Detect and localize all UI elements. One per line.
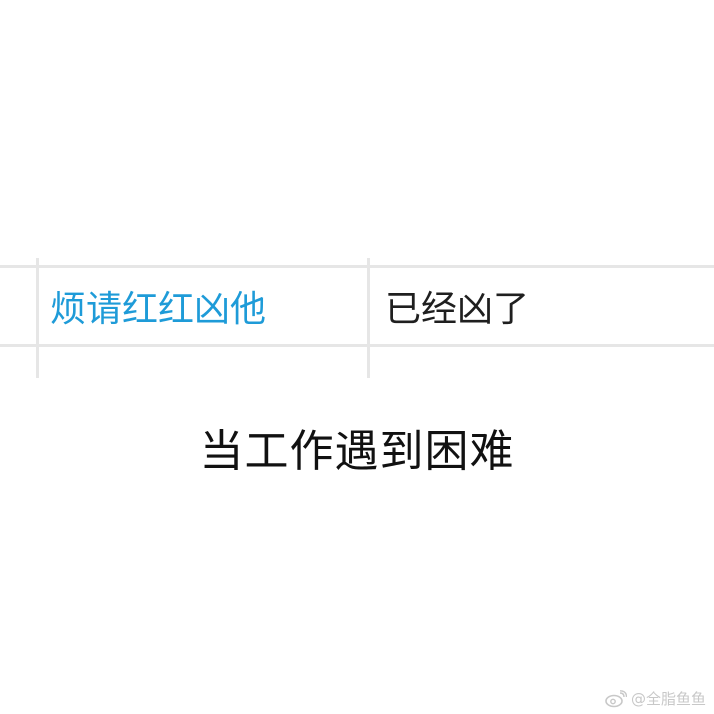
grid-line-bottom [0,344,714,347]
grid-line-top [0,265,714,268]
cell-right-text: 已经凶了 [385,289,530,330]
grid-line-middle [367,258,370,378]
cell-left-text: 烦请红红凶他 [50,289,267,330]
weibo-icon [605,690,627,708]
grid-line-left [36,258,39,378]
watermark: @全脂鱼鱼 [605,690,706,708]
caption-text: 当工作遇到困难 [199,426,515,477]
watermark-text: @全脂鱼鱼 [630,690,706,708]
spreadsheet-fragment: 烦请红红凶他 已经凶了 [0,0,714,714]
